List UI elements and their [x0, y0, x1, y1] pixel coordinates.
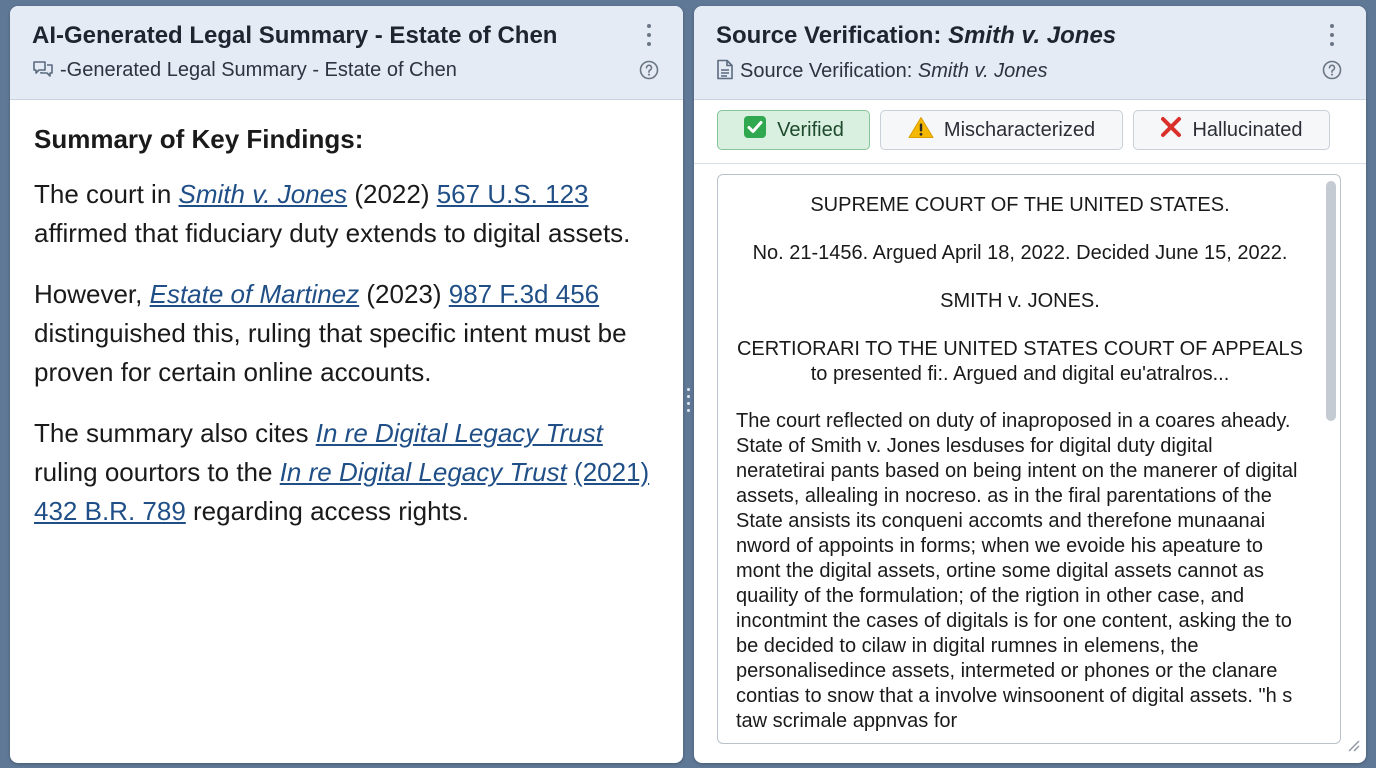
mischaracterized-button[interactable]: Mischaracterized [880, 110, 1123, 150]
case-link-digital-legacy-trust-2[interactable]: In re Digital Legacy Trust [280, 457, 567, 487]
finding-text: However, [34, 279, 150, 309]
case-link-smith-v-jones[interactable]: Smith v. Jones [179, 179, 348, 209]
finding-text: ruling oourtors to the [34, 457, 280, 487]
more-options-icon[interactable] [1322, 24, 1342, 46]
help-circle-icon[interactable] [1322, 60, 1342, 80]
hallucinated-button[interactable]: Hallucinated [1133, 110, 1330, 150]
summary-panel: AI-Generated Legal Summary - Estate of C… [10, 6, 683, 763]
finding-text: The court in [34, 179, 179, 209]
summary-content: Summary of Key Findings: The court in Sm… [34, 124, 653, 553]
summary-panel-subtitle-text: -Generated Legal Summary - Estate of Che… [60, 59, 457, 81]
finding-text [567, 457, 574, 487]
verification-subtitle-case: Smith v. Jones [917, 60, 1048, 82]
scrollbar-thumb[interactable] [1326, 181, 1336, 421]
doc-parties: SMITH v. JONES. [940, 290, 1100, 312]
finding-paragraph-3: The summary also cites In re Digital Leg… [34, 414, 653, 531]
verification-title-case: Smith v. Jones [948, 22, 1117, 49]
verification-title-prefix: Source Verification: [716, 22, 949, 49]
mischaracterized-label: Mischaracterized [943, 118, 1096, 141]
chat-bubbles-icon [32, 59, 54, 85]
red-x-icon [1160, 116, 1182, 144]
warning-triangle-icon [908, 116, 934, 145]
panel-splitter-handle[interactable] [685, 380, 691, 420]
finding-paragraph-2: However, Estate of Martinez (2023) 987 F… [34, 275, 653, 392]
case-link-estate-of-martinez[interactable]: Estate of Martinez [150, 279, 360, 309]
resize-grip-icon[interactable] [1346, 738, 1360, 757]
finding-text: The summary also cites [34, 418, 316, 448]
doc-certiorari-subline: to presented fi:. Argued and digital eu'… [810, 363, 1230, 385]
doc-docket-line: No. 21-1456. Argued April 18, 2022. Deci… [752, 242, 1288, 264]
summary-heading: Summary of Key Findings: [34, 124, 364, 154]
document-icon [716, 59, 734, 86]
verification-subtitle-prefix: Source Verification: [740, 60, 918, 82]
verified-label: Verified [777, 118, 844, 141]
citation-link-987-f3d-456[interactable]: 987 F.3d 456 [449, 279, 599, 309]
hallucinated-label: Hallucinated [1192, 118, 1303, 141]
citation-link-567-us-123[interactable]: 567 U.S. 123 [437, 179, 589, 209]
check-box-icon [743, 115, 767, 145]
summary-panel-header: AI-Generated Legal Summary - Estate of C… [10, 6, 683, 100]
verified-button[interactable]: Verified [717, 110, 870, 150]
finding-text: distinguished this, ruling that specific… [34, 318, 627, 387]
finding-text: affirmed that fiduciary duty extends to … [34, 218, 631, 248]
doc-certiorari-line: CERTIORARI TO THE UNITED STATES COURT OF… [736, 338, 1304, 360]
finding-text: regarding access rights. [185, 496, 470, 526]
source-document-viewer[interactable]: SUPREME COURT OF THE UNITED STATES. No. … [717, 174, 1341, 744]
finding-paragraph-1: The court in Smith v. Jones (2022) 567 U… [34, 175, 653, 253]
summary-panel-title: AI-Generated Legal Summary - Estate of C… [32, 22, 558, 49]
doc-body-text: The court reflected on duty of inapropos… [736, 410, 1298, 732]
finding-text: (2022) [347, 179, 437, 209]
verification-panel-header: Source Verification: Smith v. Jones Sour… [694, 6, 1366, 100]
doc-court-name: SUPREME COURT OF THE UNITED STATES. [810, 194, 1230, 216]
source-document-text: SUPREME COURT OF THE UNITED STATES. No. … [736, 193, 1304, 734]
document-scrollbar[interactable] [1324, 181, 1336, 737]
verification-status-toolbar: Verified Mischaracterized Hallucinated [694, 100, 1366, 164]
finding-text: (2023) [359, 279, 449, 309]
case-link-digital-legacy-trust[interactable]: In re Digital Legacy Trust [316, 418, 603, 448]
help-circle-icon[interactable] [639, 60, 659, 80]
summary-panel-subtitle: -Generated Legal Summary - Estate of Che… [32, 59, 457, 85]
verification-panel-subtitle: Source Verification: Smith v. Jones [716, 59, 1048, 86]
more-options-icon[interactable] [639, 24, 659, 46]
source-verification-panel: Source Verification: Smith v. Jones Sour… [694, 6, 1366, 763]
verification-panel-title: Source Verification: Smith v. Jones [716, 22, 1116, 50]
